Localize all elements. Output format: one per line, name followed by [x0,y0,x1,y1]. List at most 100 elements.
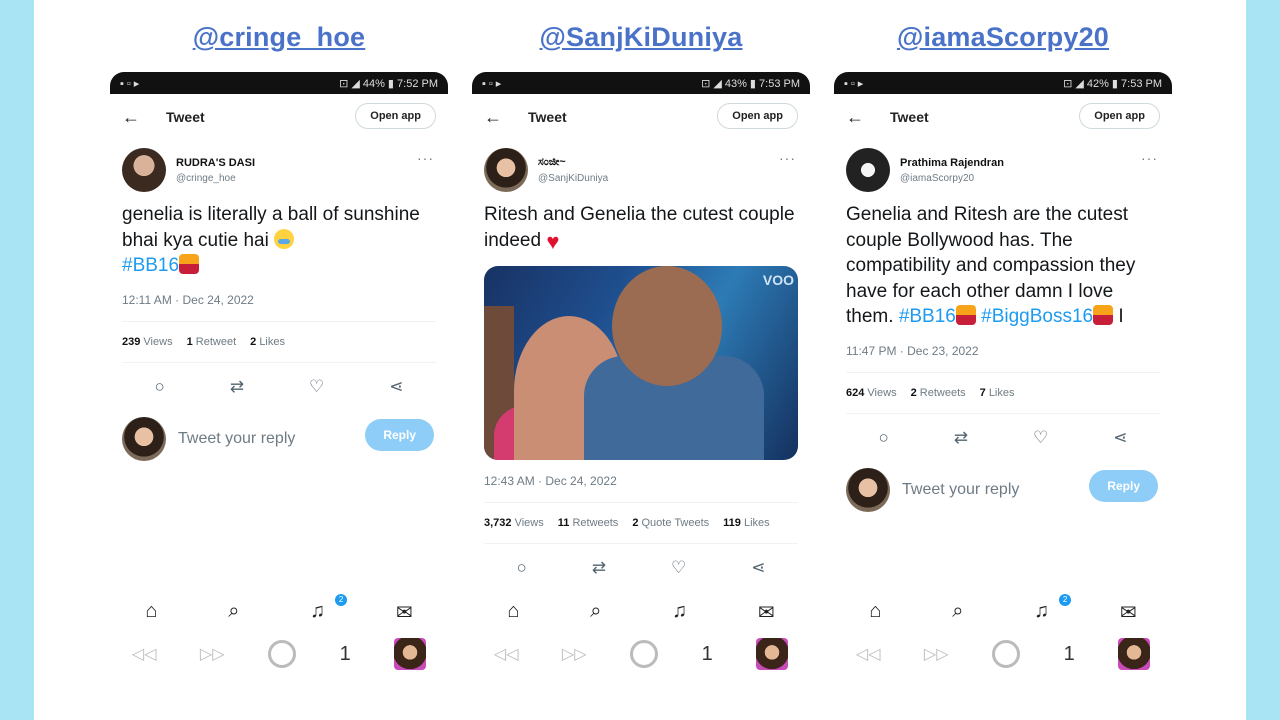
stat-views[interactable]: 624 Views [846,387,897,399]
share-icon[interactable]: ⋖ [389,377,403,397]
reply-input[interactable]: Tweet your reply [902,481,1019,499]
share-icon[interactable]: ⋖ [1113,428,1127,448]
forward-icon[interactable]: ▷▷ [200,644,225,664]
like-icon[interactable]: ♡ [671,558,686,578]
hashtag-link[interactable]: #BB16 [899,306,956,327]
page-count: 1 [701,642,713,665]
tweet-timestamp[interactable]: 11:47 PM · Dec 23, 2022 [834,330,1172,358]
home-ring-icon[interactable] [268,640,297,668]
stat-retweets[interactable]: 2 Retweets [911,387,966,399]
recent-app-thumbnail[interactable] [756,638,789,670]
username[interactable]: @iamaScorpy20 [900,173,1004,184]
phone-screenshot: ▪▫▸ ⊡ ◢ 43% ▮ 7:53 PM ← Tweet Open app ಸ… [472,72,810,700]
search-icon[interactable]: ⌕ [228,600,239,625]
phone-screenshot: ▪▫▸ ⊡ ◢ 42% ▮ 7:53 PM ← Tweet Open app P… [834,72,1172,700]
notification-badge: 2 [335,594,348,606]
stat-views[interactable]: 239 Views [122,336,173,348]
like-icon[interactable]: ♡ [309,377,324,397]
tweet-actions: ○ ⇄ ♡ ⋖ [110,363,448,397]
tweet-author: RUDRA'S DASI @cringe_hoe ··· [110,140,448,192]
stat-views[interactable]: 3,732 Views [484,517,544,529]
home-icon[interactable]: ⌂ [869,600,881,625]
tweet-timestamp[interactable]: 12:11 AM · Dec 24, 2022 [110,279,448,307]
back-arrow-icon[interactable]: ← [846,107,876,128]
search-icon[interactable]: ⌕ [952,600,963,625]
display-name[interactable]: RUDRA'S DASI [176,157,255,169]
mail-icon[interactable]: ✉ [396,600,413,625]
stat-likes[interactable]: 7 Likes [980,387,1015,399]
avatar[interactable] [846,148,890,192]
share-icon[interactable]: ⋖ [751,558,765,578]
crying-emoji-icon [274,228,295,249]
collage-canvas: @cringe_hoe ▪▫▸ ⊡ ◢ 44% ▮ 7:52 PM ← Twee… [34,0,1246,720]
handle-caption: @cringe_hoe [192,22,366,52]
back-arrow-icon[interactable]: ← [484,107,514,128]
tweet-photo[interactable]: VOO [484,266,798,460]
bell-icon[interactable]: ♫ 2 [1034,594,1072,625]
avatar[interactable] [484,148,528,192]
reply-input[interactable]: Tweet your reply [178,430,295,448]
hashtag-link[interactable]: #BB16 [122,255,179,276]
handle-caption: @iamaScorpy20 [896,22,1110,52]
username[interactable]: @cringe_hoe [176,173,255,184]
handle-caption: @SanjKiDuniya [539,22,743,52]
display-name[interactable]: Prathima Rajendran [900,157,1004,169]
tweet-topbar: ← Tweet Open app [834,94,1172,140]
stat-quote-tweets[interactable]: 2 Quote Tweets [632,517,709,529]
tweet-actions: ○ ⇄ ♡ ⋖ [834,414,1172,448]
open-app-button[interactable]: Open app [355,103,436,129]
rewind-icon[interactable]: ◁◁ [132,644,157,664]
avatar[interactable] [122,148,166,192]
home-ring-icon[interactable] [630,640,659,668]
more-options-icon[interactable]: ··· [1141,150,1158,166]
tweet-actions: ○ ⇄ ♡ ⋖ [472,544,810,578]
forward-icon[interactable]: ▷▷ [562,644,587,664]
reply-button[interactable]: Reply [1089,469,1158,502]
retweet-icon[interactable]: ⇄ [592,558,606,578]
back-arrow-icon[interactable]: ← [122,107,152,128]
bell-icon[interactable]: ♫ [672,600,687,625]
page-title: Tweet [528,109,567,125]
recent-app-thumbnail[interactable] [394,638,427,670]
reply-button[interactable]: Reply [365,418,434,451]
mail-icon[interactable]: ✉ [1120,600,1137,625]
rewind-icon[interactable]: ◁◁ [856,644,881,664]
bb16-emoji-icon [179,254,200,274]
bottom-nav: ⌂ ⌕ ♫ 2 ✉ [834,594,1172,625]
like-icon[interactable]: ♡ [1033,428,1048,448]
display-name[interactable]: ಸಂಜೀ~ [538,156,608,169]
open-app-button[interactable]: Open app [717,103,798,129]
tweet-timestamp[interactable]: 12:43 AM · Dec 24, 2022 [472,460,810,488]
search-icon[interactable]: ⌕ [590,600,601,625]
home-icon[interactable]: ⌂ [507,600,519,625]
page-count: 1 [1063,642,1075,665]
notification-badge: 2 [1059,594,1072,606]
reply-icon[interactable]: ○ [516,558,526,578]
stat-retweets[interactable]: 11 Retweets [558,517,619,529]
recent-app-thumbnail[interactable] [1118,638,1151,670]
open-app-button[interactable]: Open app [1079,103,1160,129]
tweet-text-part: genelia is literally a ball of sunshine … [122,204,420,251]
username[interactable]: @SanjKiDuniya [538,173,608,184]
bb16-emoji-icon [955,305,976,325]
forward-icon[interactable]: ▷▷ [924,644,949,664]
retweet-icon[interactable]: ⇄ [954,428,968,448]
more-options-icon[interactable]: ··· [417,150,434,166]
more-options-icon[interactable]: ··· [779,150,796,166]
reply-icon[interactable]: ○ [878,428,888,448]
stat-retweets[interactable]: 1 Retweet [187,336,237,348]
rewind-icon[interactable]: ◁◁ [494,644,519,664]
avatar [846,467,890,512]
mail-icon[interactable]: ✉ [758,600,775,625]
retweet-icon[interactable]: ⇄ [230,377,244,397]
home-ring-icon[interactable] [992,640,1021,668]
stat-likes[interactable]: 119 Likes [723,517,770,529]
reply-icon[interactable]: ○ [154,377,164,397]
home-icon[interactable]: ⌂ [145,600,157,625]
hashtag-link[interactable]: #BiggBoss16 [981,306,1093,327]
status-bar: ▪▫▸ ⊡ ◢ 44% ▮ 7:52 PM [110,72,448,94]
stat-likes[interactable]: 2 Likes [250,336,285,348]
bell-icon[interactable]: ♫ 2 [310,594,348,625]
bb16-emoji-icon [1093,305,1114,325]
red-heart-icon: ♥ [546,228,560,254]
